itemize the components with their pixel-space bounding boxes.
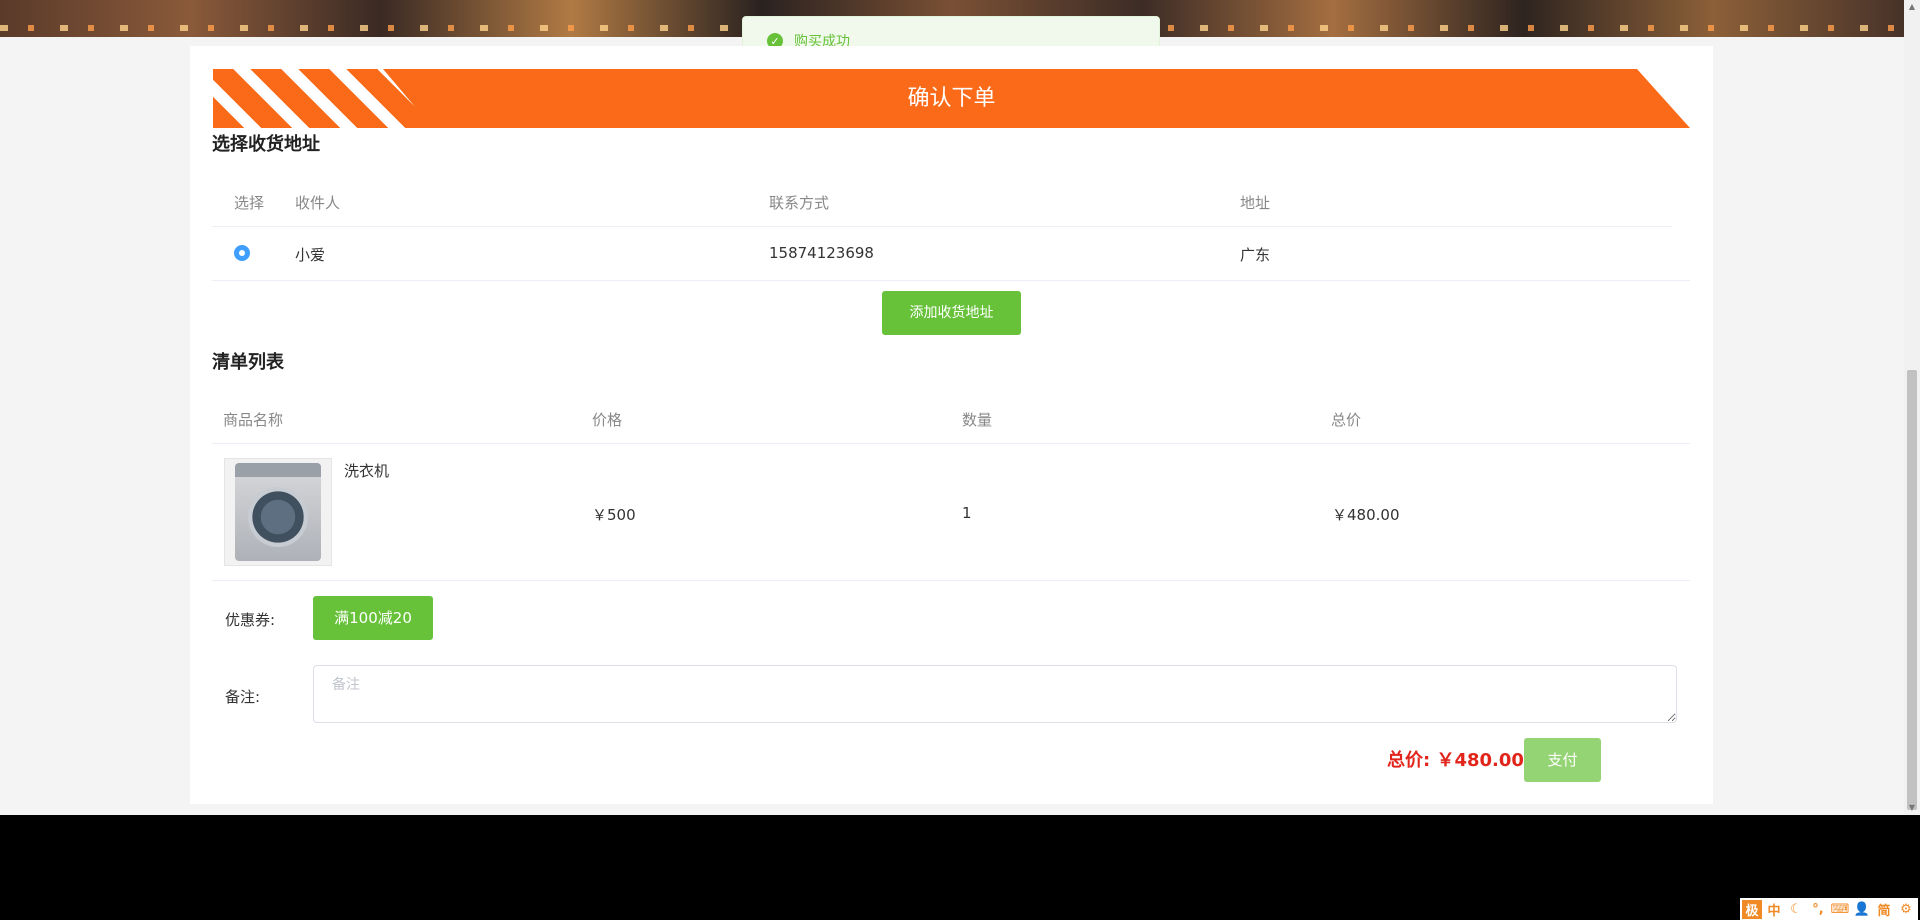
ime-simplified-icon[interactable]: 简	[1874, 900, 1894, 919]
address-location: 广东	[1240, 246, 1271, 264]
note-input[interactable]	[313, 665, 1677, 723]
ime-moon-icon[interactable]: ☾	[1786, 902, 1806, 917]
divider	[212, 443, 1690, 444]
ime-chinese-mode-icon[interactable]: 中	[1764, 900, 1784, 919]
address-header-select: 选择	[234, 194, 265, 212]
coupon-label: 优惠券:	[225, 611, 276, 629]
product-name[interactable]: 洗衣机	[344, 460, 389, 481]
total-price: 总价: ￥480.00	[1387, 746, 1524, 772]
page-scrollbar[interactable]: ▲ ▼	[1904, 0, 1920, 815]
divider	[212, 226, 1672, 227]
divider	[212, 580, 1690, 581]
product-image[interactable]	[224, 458, 332, 566]
address-header-recipient: 收件人	[295, 194, 341, 212]
address-recipient: 小爱	[295, 246, 326, 264]
address-header-contact: 联系方式	[769, 194, 830, 212]
ime-punctuation-icon[interactable]: °,	[1808, 902, 1828, 917]
address-contact: 15874123698	[769, 244, 874, 262]
pay-button[interactable]: 支付	[1524, 738, 1601, 782]
address-radio[interactable]	[234, 245, 250, 261]
address-section-title: 选择收货地址	[212, 134, 320, 155]
list-header-quantity: 数量	[962, 411, 993, 429]
list-header-total: 总价	[1331, 411, 1362, 429]
washing-machine-image	[235, 463, 321, 561]
page-title: 确认下单	[907, 86, 996, 111]
scroll-up-icon[interactable]: ▲	[1904, 0, 1920, 14]
scroll-down-icon[interactable]: ▼	[1904, 801, 1920, 815]
product-price: ￥500	[592, 506, 636, 524]
product-total: ￥480.00	[1332, 506, 1400, 524]
ime-keyboard-icon[interactable]: ⌨	[1830, 902, 1850, 917]
order-title-bar: 确认下单	[213, 69, 1690, 128]
ime-settings-icon[interactable]: ⚙	[1896, 902, 1916, 917]
total-label: 总价:	[1387, 750, 1431, 771]
ime-logo-icon[interactable]: 极	[1742, 899, 1762, 919]
coupon-button[interactable]: 满100减20	[313, 596, 433, 640]
page-footer: 极 中 ☾ °, ⌨ 👤 简 ⚙	[0, 815, 1920, 920]
total-value: ￥480.00	[1436, 750, 1524, 771]
list-header-price: 价格	[592, 411, 623, 429]
list-header-name: 商品名称	[223, 411, 284, 429]
ime-user-icon[interactable]: 👤	[1852, 902, 1872, 917]
address-header-address: 地址	[1240, 194, 1271, 212]
ime-toolbar[interactable]: 极 中 ☾ °, ⌨ 👤 简 ⚙	[1740, 898, 1918, 920]
product-quantity: 1	[962, 504, 972, 522]
list-section-title: 清单列表	[212, 352, 284, 373]
note-label: 备注:	[225, 688, 261, 706]
scrollbar-thumb[interactable]	[1907, 370, 1917, 810]
add-address-button[interactable]: 添加收货地址	[882, 291, 1021, 335]
divider	[212, 280, 1690, 281]
